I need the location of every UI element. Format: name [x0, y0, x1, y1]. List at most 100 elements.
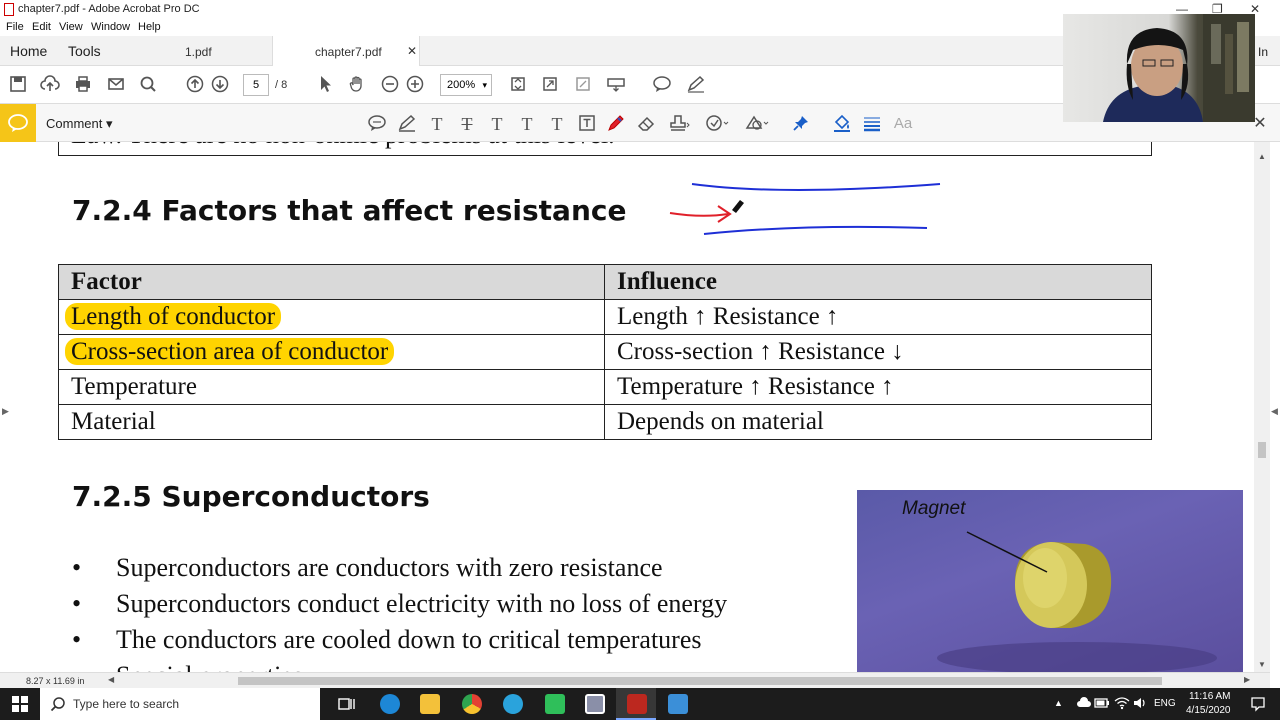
scroll-right-icon[interactable]: ▶ [1244, 675, 1250, 684]
underline-text-icon[interactable]: T [427, 114, 447, 134]
table-cell-factor: Length of conductor [58, 299, 605, 335]
share-label[interactable]: In [1258, 45, 1268, 59]
shapes-icon[interactable] [744, 114, 769, 134]
table-row: Length of conductor Length ↑ Resistance … [58, 299, 1152, 335]
close-tab-icon[interactable]: ✕ [407, 44, 417, 58]
search-icon[interactable] [138, 75, 158, 95]
comment-tool-icon[interactable] [0, 104, 36, 142]
page-number-input[interactable]: 5 [243, 74, 269, 96]
full-screen-icon[interactable] [573, 75, 593, 95]
taskbar-search-box[interactable]: Type here to search [40, 688, 320, 720]
scroll-left-icon[interactable]: ◀ [108, 675, 114, 684]
tab-home[interactable]: Home [10, 43, 47, 59]
chrome-browser-icon[interactable] [462, 694, 482, 714]
hand-tool-icon[interactable] [347, 75, 367, 95]
highlight-pen-icon[interactable] [397, 114, 417, 134]
insert-text-icon[interactable]: T [517, 114, 537, 134]
page-size-status: 8.27 x 11.69 in [26, 676, 85, 686]
notifications-icon[interactable] [1250, 696, 1266, 715]
chevron-down-icon: ▾ [482, 80, 487, 90]
menu-file[interactable]: File [6, 21, 24, 33]
table-header-influence: Influence [604, 264, 1152, 300]
active-app-indicator [616, 688, 656, 720]
replace-text-icon[interactable]: T [487, 114, 507, 134]
email-icon[interactable] [106, 75, 126, 95]
battery-icon[interactable] [1094, 697, 1110, 712]
search-placeholder: Type here to search [73, 697, 180, 711]
menu-window[interactable]: Window [91, 21, 130, 33]
rotate-icon[interactable] [540, 75, 560, 95]
doc-tab-label: 1.pdf [185, 45, 212, 59]
whatsapp-icon[interactable] [545, 694, 565, 714]
list-item: Superconductors are conductors with zero… [72, 550, 727, 586]
comment-bubble-icon[interactable] [652, 75, 672, 95]
vertical-scroll-thumb[interactable] [1258, 442, 1266, 458]
annotation-top-line [691, 183, 941, 191]
task-view-icon[interactable] [338, 696, 356, 717]
scroll-down-icon[interactable]: ▼ [1258, 660, 1266, 669]
stamp-icon[interactable] [668, 114, 690, 134]
left-panel-toggle-icon[interactable]: ▶ [2, 406, 9, 417]
print-icon[interactable] [73, 75, 93, 95]
pin-icon[interactable] [791, 114, 811, 134]
tray-cloud-icon[interactable] [1076, 696, 1092, 713]
file-explorer-icon[interactable] [420, 694, 440, 714]
law-note-text: Law. There are no non-ohmic problems at … [71, 142, 615, 150]
save-icon[interactable] [8, 75, 28, 95]
comment-menu[interactable]: Comment ▾ [46, 116, 113, 132]
eraser-icon[interactable] [636, 114, 656, 134]
highlighted-text[interactable]: Length of conductor [65, 303, 282, 330]
windows-start-icon[interactable] [12, 696, 28, 717]
upload-cloud-icon[interactable] [40, 75, 60, 95]
drawing-pencil-icon[interactable] [606, 114, 626, 134]
select-cursor-icon[interactable] [315, 75, 335, 95]
fit-page-icon[interactable] [508, 75, 528, 95]
fill-color-icon[interactable] [832, 114, 852, 134]
volume-icon[interactable] [1132, 696, 1148, 713]
font-tool[interactable]: Aa [890, 114, 916, 134]
list-item: The conductors are cooled down to critic… [72, 622, 727, 658]
zoom-select[interactable]: 200% ▾ [440, 74, 492, 96]
wifi-icon[interactable] [1114, 696, 1130, 713]
law-note-box: Law. There are no non-ohmic problems at … [58, 142, 1152, 156]
zoom-value: 200% [447, 79, 476, 91]
magnet-label: Magnet [902, 498, 966, 519]
calculator-app-icon[interactable] [585, 694, 605, 714]
previous-page-icon[interactable] [185, 75, 205, 95]
right-panel-toggle-icon[interactable]: ◀ [1271, 406, 1278, 417]
telegram-icon[interactable] [503, 694, 523, 714]
table-row: Cross-section area of conductor Cross-se… [58, 334, 1152, 370]
doc-tab-1pdf[interactable]: 1.pdf [130, 36, 272, 66]
table-header-row: Factor Influence [58, 264, 1152, 300]
photos-app-icon[interactable] [668, 694, 688, 714]
line-weight-icon[interactable] [862, 114, 882, 134]
tab-tools[interactable]: Tools [68, 43, 101, 59]
pen-icon[interactable] [686, 75, 706, 95]
menu-view[interactable]: View [59, 21, 83, 33]
zoom-out-icon[interactable] [380, 75, 400, 95]
keyboard-icon[interactable] [606, 75, 626, 95]
horizontal-scroll-thumb[interactable] [238, 677, 1162, 685]
next-page-icon[interactable] [210, 75, 230, 95]
text-box-icon[interactable] [577, 114, 597, 134]
sticky-note-icon[interactable] [367, 114, 387, 134]
zoom-in-icon[interactable] [405, 75, 425, 95]
clock-time[interactable]: 11:16 AM [1189, 691, 1231, 702]
horizontal-scrollbar[interactable]: 8.27 x 11.69 in ◀ ▶ [0, 672, 1270, 688]
scroll-up-icon[interactable]: ▲ [1258, 152, 1266, 161]
language-indicator[interactable]: ENG [1154, 698, 1176, 709]
menu-edit[interactable]: Edit [32, 21, 51, 33]
highlighted-text[interactable]: Cross-section area of conductor [65, 338, 395, 365]
add-text-icon[interactable]: T [547, 114, 567, 134]
attach-file-icon[interactable] [705, 114, 729, 134]
menu-help[interactable]: Help [138, 21, 161, 33]
doc-tab-chapter7[interactable]: chapter7.pdf ✕ [272, 36, 420, 66]
annotation-red-arrow [669, 205, 732, 223]
strikethrough-text-icon[interactable]: T [457, 114, 477, 134]
table-row: Material Depends on material [58, 404, 1152, 440]
edge-browser-icon[interactable] [380, 694, 400, 714]
vertical-scrollbar[interactable]: ▲ ▼ [1254, 142, 1270, 672]
tray-expand-icon[interactable]: ▲ [1054, 698, 1063, 708]
clock-date[interactable]: 4/15/2020 [1186, 705, 1231, 716]
search-icon [50, 696, 66, 715]
